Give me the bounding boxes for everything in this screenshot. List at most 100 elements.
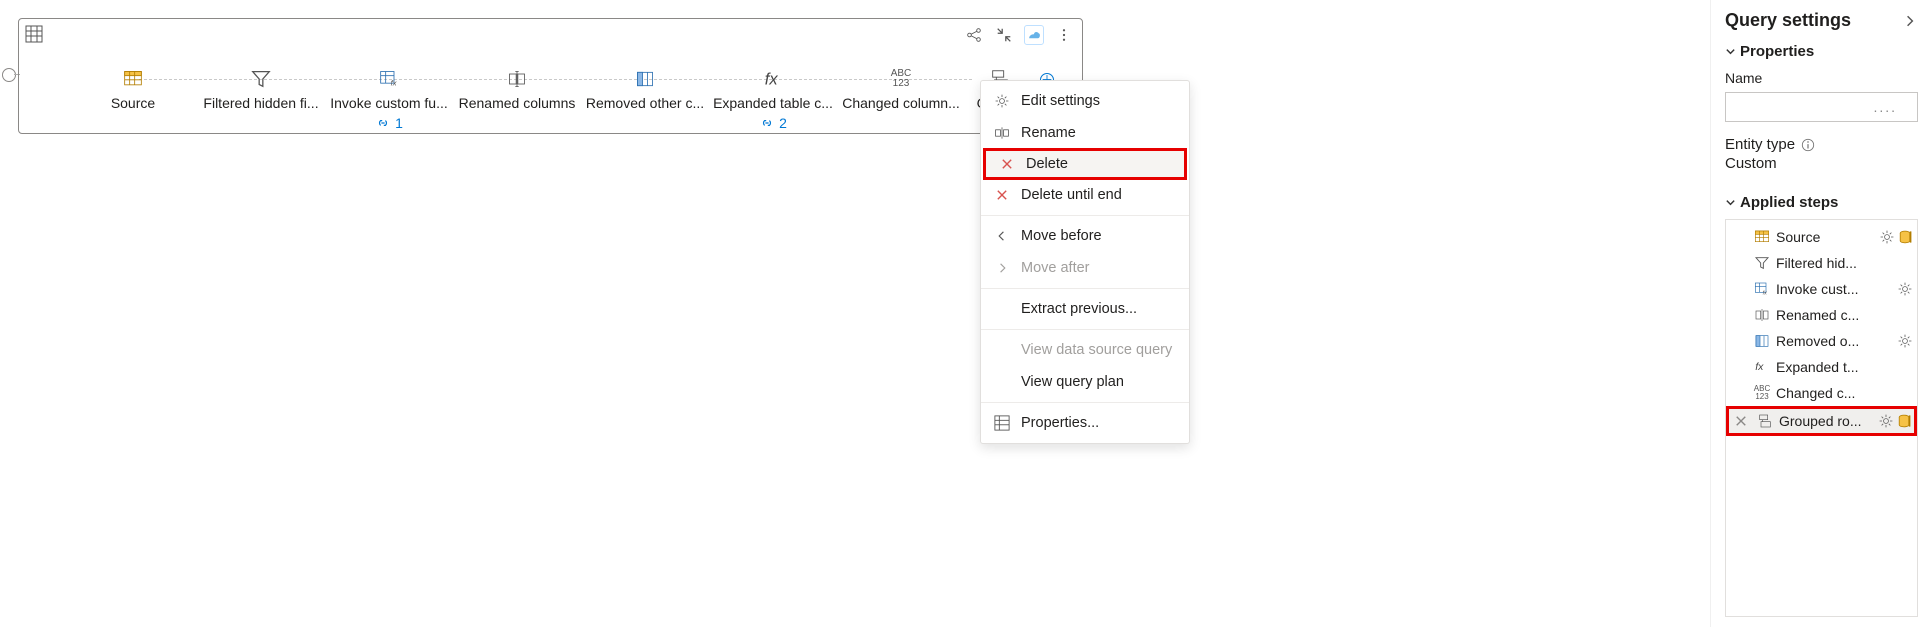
section-title: Properties [1740, 43, 1814, 60]
step-type-icon [1752, 253, 1772, 273]
applied-step-label: Expanded t... [1776, 359, 1909, 375]
step-label: Invoke custom fu... [330, 95, 448, 111]
step-source[interactable]: Source [69, 67, 197, 111]
gear-icon[interactable] [1897, 281, 1913, 297]
step-changed[interactable]: ABC123 Changed column... [837, 67, 965, 111]
name-label: Name [1725, 70, 1918, 86]
diagram-start-node [2, 68, 16, 82]
ctx-delete[interactable]: Delete [983, 148, 1187, 180]
name-input[interactable] [1725, 92, 1918, 122]
applied-step-row[interactable]: Grouped ro... [1726, 406, 1917, 436]
step-renamed[interactable]: Renamed columns [453, 67, 581, 111]
step-link[interactable]: 2 [759, 115, 787, 131]
ctx-label: Move before [1021, 228, 1102, 244]
step-type-icon: ABC123 [1752, 383, 1772, 403]
ctx-label: Edit settings [1021, 93, 1100, 109]
panel-title: Query settings [1725, 10, 1851, 31]
ctx-label: Move after [1021, 260, 1090, 276]
close-icon [993, 188, 1011, 202]
applied-step-row[interactable]: Renamed c... [1728, 302, 1915, 328]
gear-icon [993, 93, 1011, 109]
step-label: Expanded table c... [713, 95, 833, 111]
query-diagram: Source Filtered hidden fi... fx Invoke c… [18, 18, 1083, 134]
datasource-icon[interactable] [1897, 229, 1913, 245]
step-type-icon: fx [1752, 357, 1772, 377]
step-filtered[interactable]: Filtered hidden fi... [197, 67, 325, 111]
collapse-icon[interactable] [994, 25, 1014, 45]
diagram-toolbar [964, 25, 1074, 45]
applied-step-label: Renamed c... [1776, 307, 1909, 323]
ctx-properties[interactable]: Properties... [981, 407, 1189, 439]
applied-step-row[interactable]: Filtered hid... [1728, 250, 1915, 276]
ctx-move-after: Move after [981, 252, 1189, 284]
step-type-icon [1755, 411, 1775, 431]
step-type-icon [1752, 331, 1772, 351]
ctx-rename[interactable]: Rename [981, 117, 1189, 149]
delete-step-icon[interactable] [1731, 411, 1751, 431]
table-fx-icon: fx [377, 67, 401, 91]
ctx-view-data-source-query: View data source query [981, 334, 1189, 366]
info-icon[interactable] [1801, 138, 1815, 152]
properties-section-header[interactable]: Properties [1725, 43, 1918, 60]
ctx-move-before[interactable]: Move before [981, 220, 1189, 252]
app-icon[interactable] [1024, 25, 1044, 45]
gear-icon[interactable] [1878, 413, 1894, 429]
ctx-delete-until-end[interactable]: Delete until end [981, 179, 1189, 211]
ctx-edit-settings[interactable]: Edit settings [981, 85, 1189, 117]
ctx-view-query-plan[interactable]: View query plan [981, 366, 1189, 398]
step-expanded[interactable]: fx Expanded table c... 2 [709, 67, 837, 131]
step-label: Renamed columns [459, 95, 576, 111]
share-icon[interactable] [964, 25, 984, 45]
ctx-label: Delete until end [1021, 187, 1122, 203]
entity-type-label-row: Entity type [1725, 136, 1918, 153]
chevron-down-icon [1725, 46, 1736, 57]
funnel-icon [249, 67, 273, 91]
entity-type-label: Entity type [1725, 136, 1795, 153]
step-removed[interactable]: Removed other c... [581, 67, 709, 111]
gear-icon[interactable] [1879, 229, 1895, 245]
section-title: Applied steps [1740, 194, 1838, 211]
ctx-label: Rename [1021, 125, 1076, 141]
step-label: Changed column... [842, 95, 960, 111]
more-icon[interactable] [1054, 25, 1074, 45]
ctx-label: View data source query [1021, 342, 1172, 358]
step-type-icon [1752, 227, 1772, 247]
step-link-count: 1 [395, 115, 403, 131]
applied-step-label: Grouped ro... [1779, 413, 1874, 429]
datasource-icon [121, 67, 145, 91]
datasource-icon[interactable] [1896, 413, 1912, 429]
close-icon [998, 157, 1016, 171]
svg-text:fx: fx [1763, 290, 1767, 296]
step-label: Source [111, 95, 155, 111]
applied-steps-list: Source Filtered hid... fx Invoke cust... Ren… [1725, 219, 1918, 617]
step-invoke[interactable]: fx Invoke custom fu... 1 [325, 67, 453, 131]
applied-step-label: Changed c... [1776, 385, 1909, 401]
fx-icon: fx [761, 67, 785, 91]
ctx-separator [981, 215, 1189, 216]
columns-icon [633, 67, 657, 91]
ctx-label: View query plan [1021, 374, 1124, 390]
query-settings-panel: Query settings Properties Name Entity ty… [1710, 0, 1930, 627]
applied-steps-header[interactable]: Applied steps [1725, 194, 1918, 211]
applied-step-label: Invoke cust... [1776, 281, 1893, 297]
ctx-label: Properties... [1021, 415, 1099, 431]
applied-step-label: Source [1776, 229, 1875, 245]
step-context-menu: Edit settings Rename Delete Delete until… [980, 80, 1190, 444]
applied-step-row[interactable]: fxExpanded t... [1728, 354, 1915, 380]
applied-step-row[interactable]: ABC123Changed c... [1728, 380, 1915, 406]
applied-step-label: Removed o... [1776, 333, 1893, 349]
applied-step-row[interactable]: fx Invoke cust... [1728, 276, 1915, 302]
collapse-panel-button[interactable] [1902, 13, 1918, 29]
step-link[interactable]: 1 [375, 115, 403, 131]
ctx-separator [981, 329, 1189, 330]
ctx-label: Extract previous... [1021, 301, 1137, 317]
applied-step-row[interactable]: Removed o... [1728, 328, 1915, 354]
ctx-extract-previous[interactable]: Extract previous... [981, 293, 1189, 325]
gear-icon[interactable] [1897, 333, 1913, 349]
entity-type-value: Custom [1725, 155, 1918, 172]
abc123-icon: ABC123 [889, 67, 913, 91]
applied-step-label: Filtered hid... [1776, 255, 1909, 271]
table-icon [993, 415, 1011, 431]
applied-step-row[interactable]: Source [1728, 224, 1915, 250]
step-link-count: 2 [779, 115, 787, 131]
